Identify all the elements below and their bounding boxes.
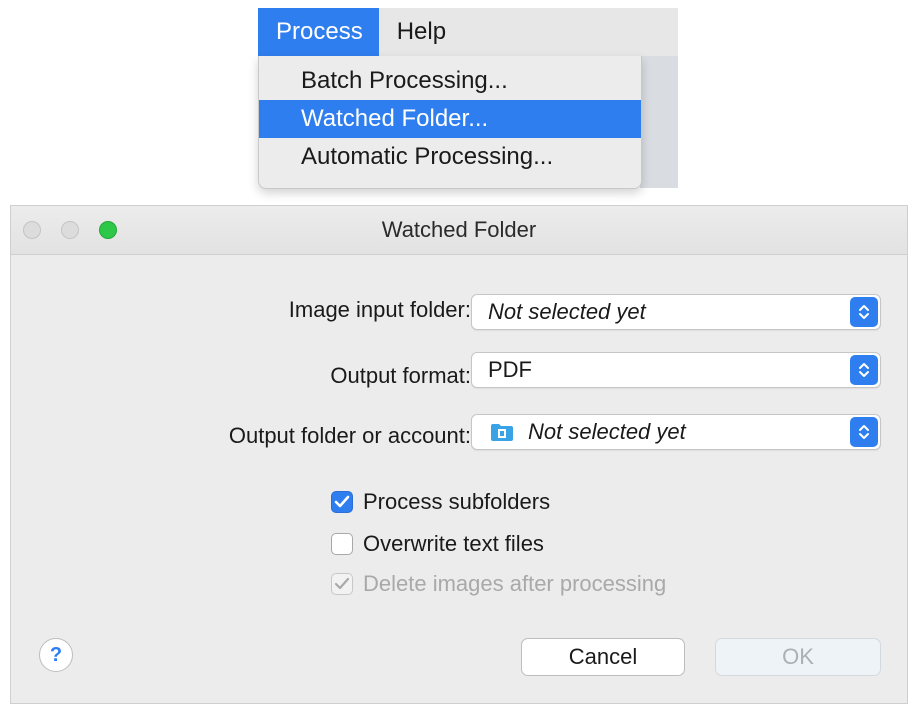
- updown-chevron-icon: [850, 297, 878, 327]
- output-format-label: Output format:: [330, 363, 471, 388]
- process-subfolders-option[interactable]: Process subfolders: [331, 486, 550, 518]
- ok-button: OK: [715, 638, 881, 676]
- updown-chevron-icon: [850, 417, 878, 447]
- output-folder-label: Output folder or account:: [228, 423, 471, 448]
- menu-item-batch-processing[interactable]: Batch Processing...: [259, 62, 641, 100]
- delete-images-label: Delete images after processing: [363, 571, 667, 596]
- menu-item-automatic-processing[interactable]: Automatic Processing...: [259, 138, 641, 176]
- dialog-title: Watched Folder: [381, 217, 537, 242]
- menu-process[interactable]: Process: [258, 8, 379, 56]
- output-format-value: PDF: [488, 357, 532, 382]
- menu-bar: Process Help: [258, 8, 678, 56]
- help-button[interactable]: ?: [39, 638, 73, 672]
- folder-icon: [490, 422, 514, 442]
- output-folder-select[interactable]: Not selected yet: [471, 414, 881, 450]
- image-input-folder-select[interactable]: Not selected yet: [471, 294, 881, 330]
- output-folder-value: Not selected yet: [528, 419, 686, 444]
- delete-images-option: Delete images after processing: [331, 568, 666, 600]
- process-subfolders-label: Process subfolders: [363, 489, 551, 514]
- cancel-button[interactable]: Cancel: [521, 638, 685, 676]
- screenshot: Process Help Batch Processing... Watched…: [0, 0, 908, 704]
- overwrite-text-files-label: Overwrite text files: [363, 531, 544, 556]
- menu-background-strip: [640, 56, 678, 188]
- menu-item-watched-folder[interactable]: Watched Folder...: [259, 100, 641, 138]
- watched-folder-dialog: Watched Folder Image input folder: Not s…: [10, 205, 908, 704]
- overwrite-text-files-checkbox[interactable]: [331, 533, 353, 555]
- updown-chevron-icon: [850, 355, 878, 385]
- delete-images-checkbox: [331, 573, 353, 595]
- process-subfolders-checkbox[interactable]: [331, 491, 353, 513]
- image-input-folder-value: Not selected yet: [488, 299, 646, 324]
- image-input-folder-label: Image input folder:: [288, 297, 471, 322]
- title-bar: Watched Folder: [11, 206, 907, 255]
- overwrite-text-files-option[interactable]: Overwrite text files: [331, 528, 544, 560]
- menu-help[interactable]: Help: [379, 8, 462, 56]
- process-dropdown-menu: Batch Processing... Watched Folder... Au…: [258, 56, 642, 189]
- output-format-select[interactable]: PDF: [471, 352, 881, 388]
